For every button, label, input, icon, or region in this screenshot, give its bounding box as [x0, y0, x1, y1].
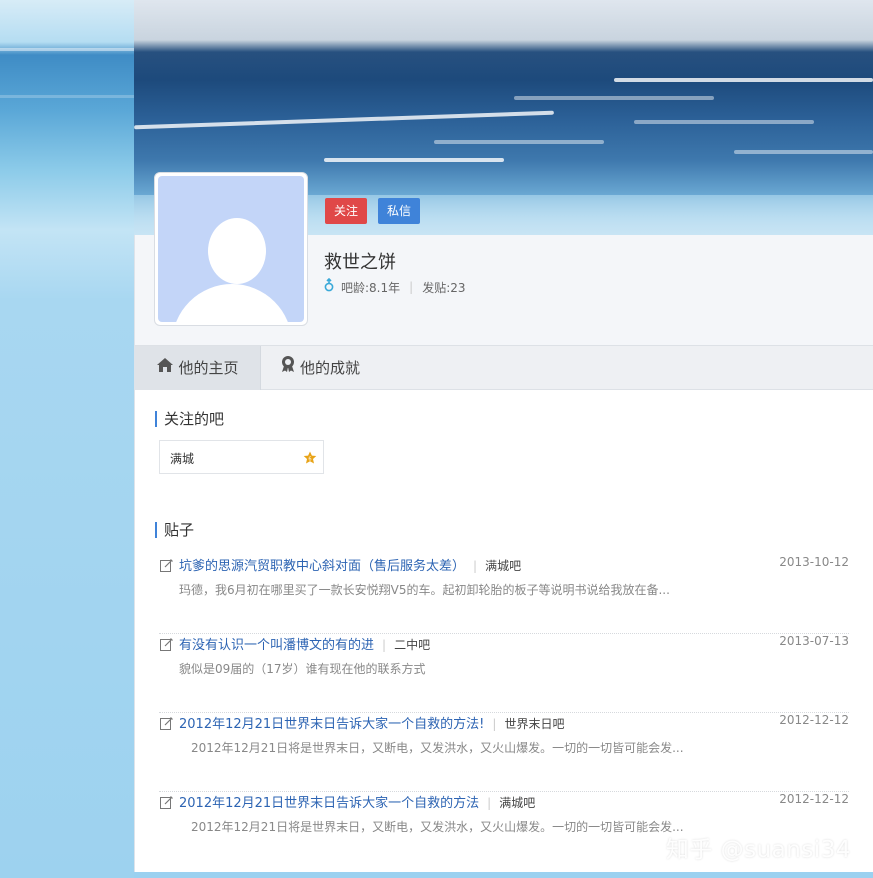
edit-icon: [160, 794, 173, 813]
post-title-row: 坑爹的思源汽贸职教中心斜对面（售后服务太差） | 满城吧: [179, 555, 521, 574]
edit-icon: [160, 557, 173, 576]
banner-wave: [134, 110, 554, 130]
post-title-row: 有没有认识一个叫潘博文的有的进 | 二中吧: [179, 634, 430, 653]
post-divider: |: [473, 559, 478, 573]
post-item: 2012年12月21日世界末日告诉大家一个自救的方法! | 世界末日吧 2012-1…: [159, 713, 849, 792]
username: 救世之饼: [324, 252, 396, 273]
banner-wave: [324, 158, 504, 162]
follow-button[interactable]: 关注: [325, 198, 368, 224]
banner-wave: [614, 78, 873, 82]
meta-divider: |: [409, 280, 414, 294]
background-ocean: [0, 0, 134, 878]
followed-bar-name: 满城: [170, 452, 195, 466]
level-star-icon: 6: [303, 450, 317, 464]
edit-icon: [160, 636, 173, 655]
post-excerpt: 2012年12月21日将是世界末日，又断电，又发洪水，又火山爆发。一切的一切皆可…: [191, 741, 684, 755]
default-avatar-icon: [158, 176, 304, 322]
tab-home-label: 他的主页: [178, 359, 239, 377]
post-title-link[interactable]: 2012年12月21日世界末日告诉大家一个自救的方法!: [179, 717, 484, 732]
followed-bars-title: 关注的吧: [155, 411, 224, 427]
post-forum-link[interactable]: 二中吧: [394, 638, 430, 652]
background-wave: [0, 95, 134, 98]
post-divider: |: [382, 638, 387, 652]
background-wave: [0, 48, 134, 51]
post-excerpt: 玛德，我6月初在哪里买了一款长安悦翔V5的车。起初卸轮胎的板子等说明书说给我放在…: [179, 583, 670, 597]
post-forum-link[interactable]: 满城吧: [485, 559, 521, 573]
banner-wave: [734, 150, 873, 154]
post-title-link[interactable]: 坑爹的思源汽贸职教中心斜对面（售后服务太差）: [179, 559, 465, 574]
home-icon: [156, 346, 178, 390]
followed-bar-item[interactable]: 满城 6: [159, 440, 324, 474]
post-date: 2012-12-12: [779, 713, 849, 727]
post-divider: |: [492, 717, 497, 731]
banner-wave: [434, 140, 604, 144]
edit-icon: [160, 715, 173, 734]
banner-wave: [634, 120, 814, 124]
post-excerpt: 2012年12月21日将是世界末日，又断电，又发洪水，又火山爆发。一切的一切皆可…: [191, 820, 684, 834]
post-date: 2013-07-13: [779, 634, 849, 648]
post-title-link[interactable]: 2012年12月21日世界末日告诉大家一个自救的方法: [179, 796, 479, 811]
post-date: 2012-12-12: [779, 792, 849, 806]
post-excerpt: 貌似是09届的（17岁）谁有现在他的联系方式: [179, 662, 426, 676]
tab-home[interactable]: 他的主页: [135, 346, 261, 390]
post-title-link[interactable]: 有没有认识一个叫潘博文的有的进: [179, 638, 374, 653]
post-forum-link[interactable]: 满城吧: [499, 796, 535, 810]
banner-wave: [514, 96, 714, 100]
svg-text:6: 6: [308, 457, 311, 463]
avatar[interactable]: [154, 172, 308, 326]
profile-page: 关注 私信 救世之饼 吧龄:8.1年 | 发贴:23 他的主页 他的成就 关注的…: [134, 0, 873, 872]
post-title-row: 2012年12月21日世界末日告诉大家一个自救的方法! | 世界末日吧: [179, 713, 564, 732]
badge-icon: [280, 346, 300, 390]
post-forum-link[interactable]: 世界末日吧: [504, 717, 564, 731]
watermark: 知乎 @suansi34: [665, 837, 851, 863]
post-item: 有没有认识一个叫潘博文的有的进 | 二中吧 2013-07-13 貌似是09届的（1…: [159, 634, 849, 713]
bar-age: 吧龄:8.1年: [341, 280, 401, 295]
profile-meta: 吧龄:8.1年 | 发贴:23: [324, 277, 466, 296]
tab-achievements[interactable]: 他的成就: [280, 346, 360, 390]
post-title-row: 2012年12月21日世界末日告诉大家一个自救的方法 | 满城吧: [179, 792, 535, 811]
posts-title: 贴子: [155, 522, 194, 538]
post-divider: |: [487, 796, 492, 810]
profile-tabs: 他的主页 他的成就: [134, 345, 873, 390]
main-content: 关注的吧 满城 6 贴子 坑爹的思源汽贸职教中心斜对面（售后服务太差） | 满城吧 …: [134, 390, 873, 872]
tab-achievements-label: 他的成就: [300, 359, 361, 377]
post-count: 发贴:23: [422, 280, 466, 295]
post-item: 坑爹的思源汽贸职教中心斜对面（售后服务太差） | 满城吧 2013-10-12 玛德…: [159, 555, 849, 634]
post-date: 2013-10-12: [779, 555, 849, 569]
message-button[interactable]: 私信: [378, 198, 421, 224]
male-icon: [324, 277, 334, 296]
